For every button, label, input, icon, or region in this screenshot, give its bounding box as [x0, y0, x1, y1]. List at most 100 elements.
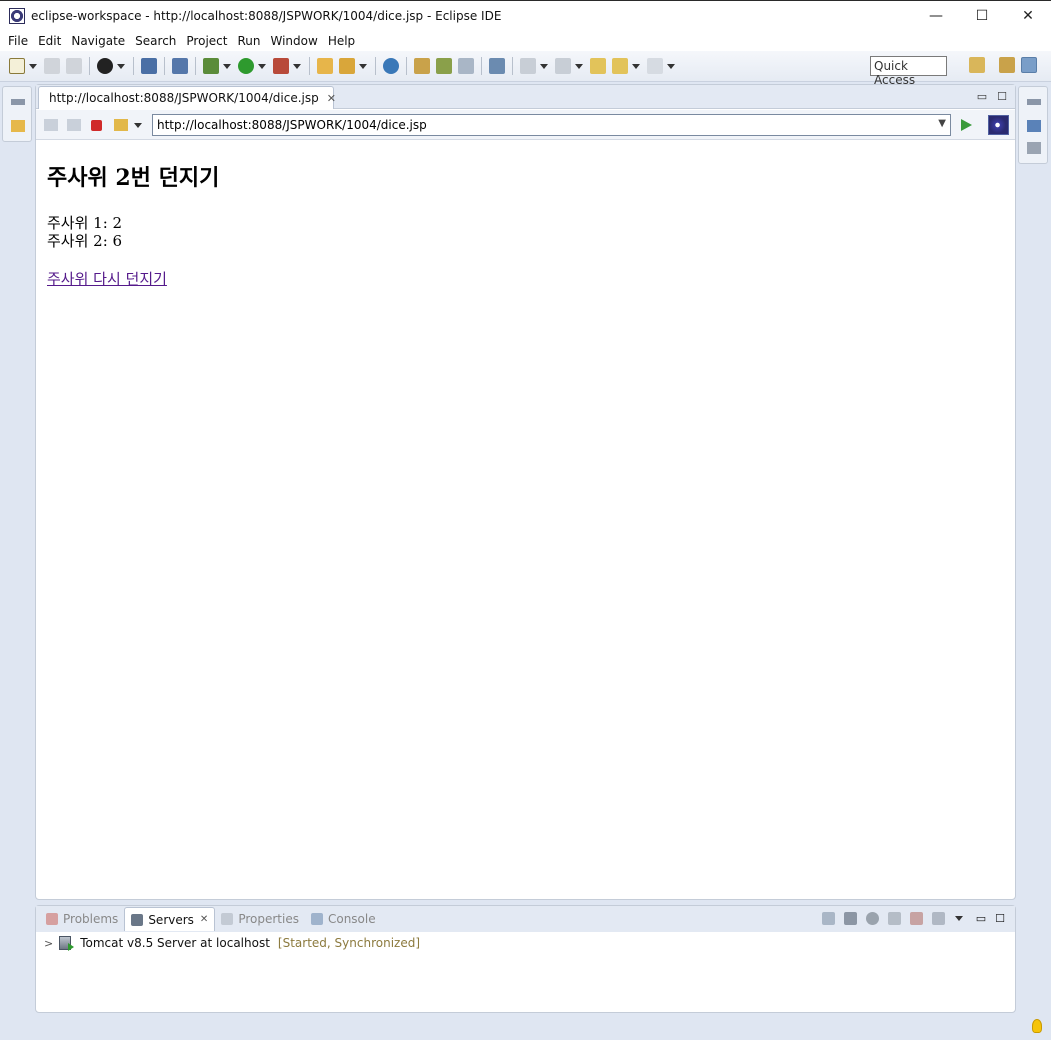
forward-arrow-icon[interactable] — [647, 58, 663, 74]
tab-properties-label: Properties — [238, 912, 299, 926]
tab-dice-jsp[interactable]: http://localhost:8088/JSPWORK/1004/dice.… — [38, 86, 336, 109]
web-page-content: 주사위 2번 던지기 주사위 1: 2 주사위 2: 6 주사위 다시 던지기 — [47, 160, 219, 289]
url-input[interactable]: http://localhost:8088/JSPWORK/1004/dice.… — [152, 114, 951, 136]
tab-close-icon[interactable]: ✕ — [327, 92, 336, 105]
web-perspective-icon[interactable] — [1021, 57, 1037, 73]
right-trim-stack — [1018, 86, 1048, 164]
close-button[interactable]: ✕ — [1005, 1, 1051, 31]
menu-help[interactable]: Help — [323, 34, 360, 48]
back-arrow-icon[interactable] — [612, 58, 628, 74]
restore-icon[interactable] — [11, 99, 25, 105]
publish-icon[interactable] — [931, 912, 945, 925]
previous-annotation-icon[interactable] — [555, 58, 571, 74]
tab-problems[interactable]: Problems — [40, 907, 124, 931]
minimize-button[interactable]: — — [913, 1, 959, 31]
chevron-right-icon[interactable]: > — [44, 937, 53, 950]
title-bar: eclipse-workspace - http://localhost:808… — [0, 0, 1051, 30]
java-ee-perspective-icon[interactable] — [999, 57, 1015, 73]
menu-run[interactable]: Run — [232, 34, 265, 48]
build-icon[interactable] — [339, 58, 355, 74]
new-icon[interactable] — [9, 58, 25, 74]
refresh-icon[interactable] — [114, 119, 128, 131]
stop-server-icon[interactable] — [909, 912, 923, 925]
debug-server-icon[interactable] — [843, 912, 857, 925]
tab-console[interactable]: Console — [305, 907, 382, 931]
minimize-icon[interactable]: ▭ — [977, 90, 987, 103]
server-status: [Started, Synchronized] — [277, 936, 421, 950]
start-server-icon[interactable] — [865, 912, 879, 925]
previous-annotation-dropdown-icon[interactable] — [575, 63, 583, 69]
url-text: http://localhost:8088/JSPWORK/1004/dice.… — [157, 118, 427, 132]
build-dropdown-icon[interactable] — [359, 63, 367, 69]
next-annotation-icon[interactable] — [520, 58, 536, 74]
maximize-button[interactable]: ☐ — [959, 1, 1005, 31]
status-bar — [0, 1016, 1051, 1040]
collapse-icon[interactable] — [821, 912, 835, 925]
tab-servers[interactable]: Servers ✕ — [124, 907, 216, 931]
debug-dropdown-icon[interactable] — [223, 63, 231, 69]
menu-file[interactable]: File — [3, 34, 33, 48]
open-resource-icon[interactable] — [458, 58, 474, 74]
eclipse-icon[interactable] — [988, 115, 1009, 135]
search-icon[interactable] — [489, 58, 505, 74]
editor-view-controls: ▭ ☐ — [977, 90, 1007, 103]
restore-icon[interactable] — [1027, 99, 1041, 105]
menu-project[interactable]: Project — [181, 34, 232, 48]
menu-search[interactable]: Search — [130, 34, 181, 48]
back-icon[interactable] — [44, 119, 58, 131]
web-browser-icon[interactable] — [383, 58, 399, 74]
debug-icon[interactable] — [203, 58, 219, 74]
view-menu-icon[interactable] — [954, 916, 963, 921]
run-dropdown-icon[interactable] — [258, 63, 266, 69]
new-dropdown-icon[interactable] — [29, 63, 37, 69]
stop-icon[interactable] — [91, 120, 102, 131]
back-dropdown-icon[interactable] — [632, 63, 640, 69]
open-perspective-icon[interactable] — [969, 57, 985, 73]
profile-server-icon[interactable] — [887, 912, 901, 925]
external-tools-icon[interactable] — [273, 58, 289, 74]
go-button[interactable] — [961, 119, 972, 131]
chevron-down-icon[interactable]: ▼ — [938, 118, 946, 129]
forward-icon[interactable] — [67, 119, 81, 131]
open-folder-icon[interactable] — [317, 58, 333, 74]
bottom-tab-bar: Problems Servers ✕ Properties Console ▭ … — [36, 906, 1015, 932]
refresh-dropdown-icon[interactable] — [134, 123, 142, 128]
editor-tab-bar: http://localhost:8088/JSPWORK/1004/dice.… — [36, 85, 1015, 109]
project-explorer-icon[interactable] — [11, 120, 25, 132]
menu-bar: File Edit Navigate Search Project Run Wi… — [0, 30, 1051, 51]
quick-access-field[interactable]: Quick Access — [870, 56, 947, 87]
task-list-icon[interactable] — [1027, 142, 1041, 154]
save-icon[interactable] — [44, 58, 60, 74]
server-list-item[interactable]: > Tomcat v8.5 Server at localhost [Start… — [44, 936, 421, 951]
console-icon — [310, 913, 323, 925]
open-type-icon[interactable] — [414, 58, 430, 74]
profile-dropdown-icon[interactable] — [117, 63, 125, 69]
menu-window[interactable]: Window — [265, 34, 322, 48]
minimize-icon[interactable]: ▭ — [976, 912, 986, 925]
window-title: eclipse-workspace - http://localhost:808… — [31, 8, 502, 23]
menu-edit[interactable]: Edit — [33, 34, 66, 48]
run-icon[interactable] — [238, 58, 254, 74]
lightbulb-icon[interactable] — [1032, 1019, 1042, 1033]
tab-close-icon[interactable]: ✕ — [200, 914, 208, 925]
external-tools-dropdown-icon[interactable] — [293, 63, 301, 69]
tab-servers-label: Servers — [148, 912, 194, 927]
maximize-icon[interactable]: ☐ — [995, 912, 1005, 925]
forward-dropdown-icon[interactable] — [667, 63, 675, 69]
menu-navigate[interactable]: Navigate — [66, 34, 130, 48]
outline-icon[interactable] — [1027, 120, 1041, 132]
perspective-switcher — [996, 57, 1040, 73]
tab-properties[interactable]: Properties — [215, 907, 305, 931]
last-edit-location-icon[interactable] — [590, 58, 606, 74]
roll-again-link[interactable]: 주사위 다시 던지기 — [47, 268, 167, 289]
open-task-icon[interactable] — [436, 58, 452, 74]
terminal-icon[interactable] — [141, 58, 157, 74]
maximize-icon[interactable]: ☐ — [997, 90, 1007, 103]
next-annotation-dropdown-icon[interactable] — [540, 63, 548, 69]
toolbar-separator — [406, 57, 407, 75]
dice-2-result: 주사위 2: 6 — [47, 232, 123, 250]
profile-icon[interactable] — [97, 58, 113, 74]
save-all-icon[interactable] — [66, 58, 82, 74]
skip-breakpoints-icon[interactable] — [172, 58, 188, 74]
toolbar-separator — [375, 57, 376, 75]
